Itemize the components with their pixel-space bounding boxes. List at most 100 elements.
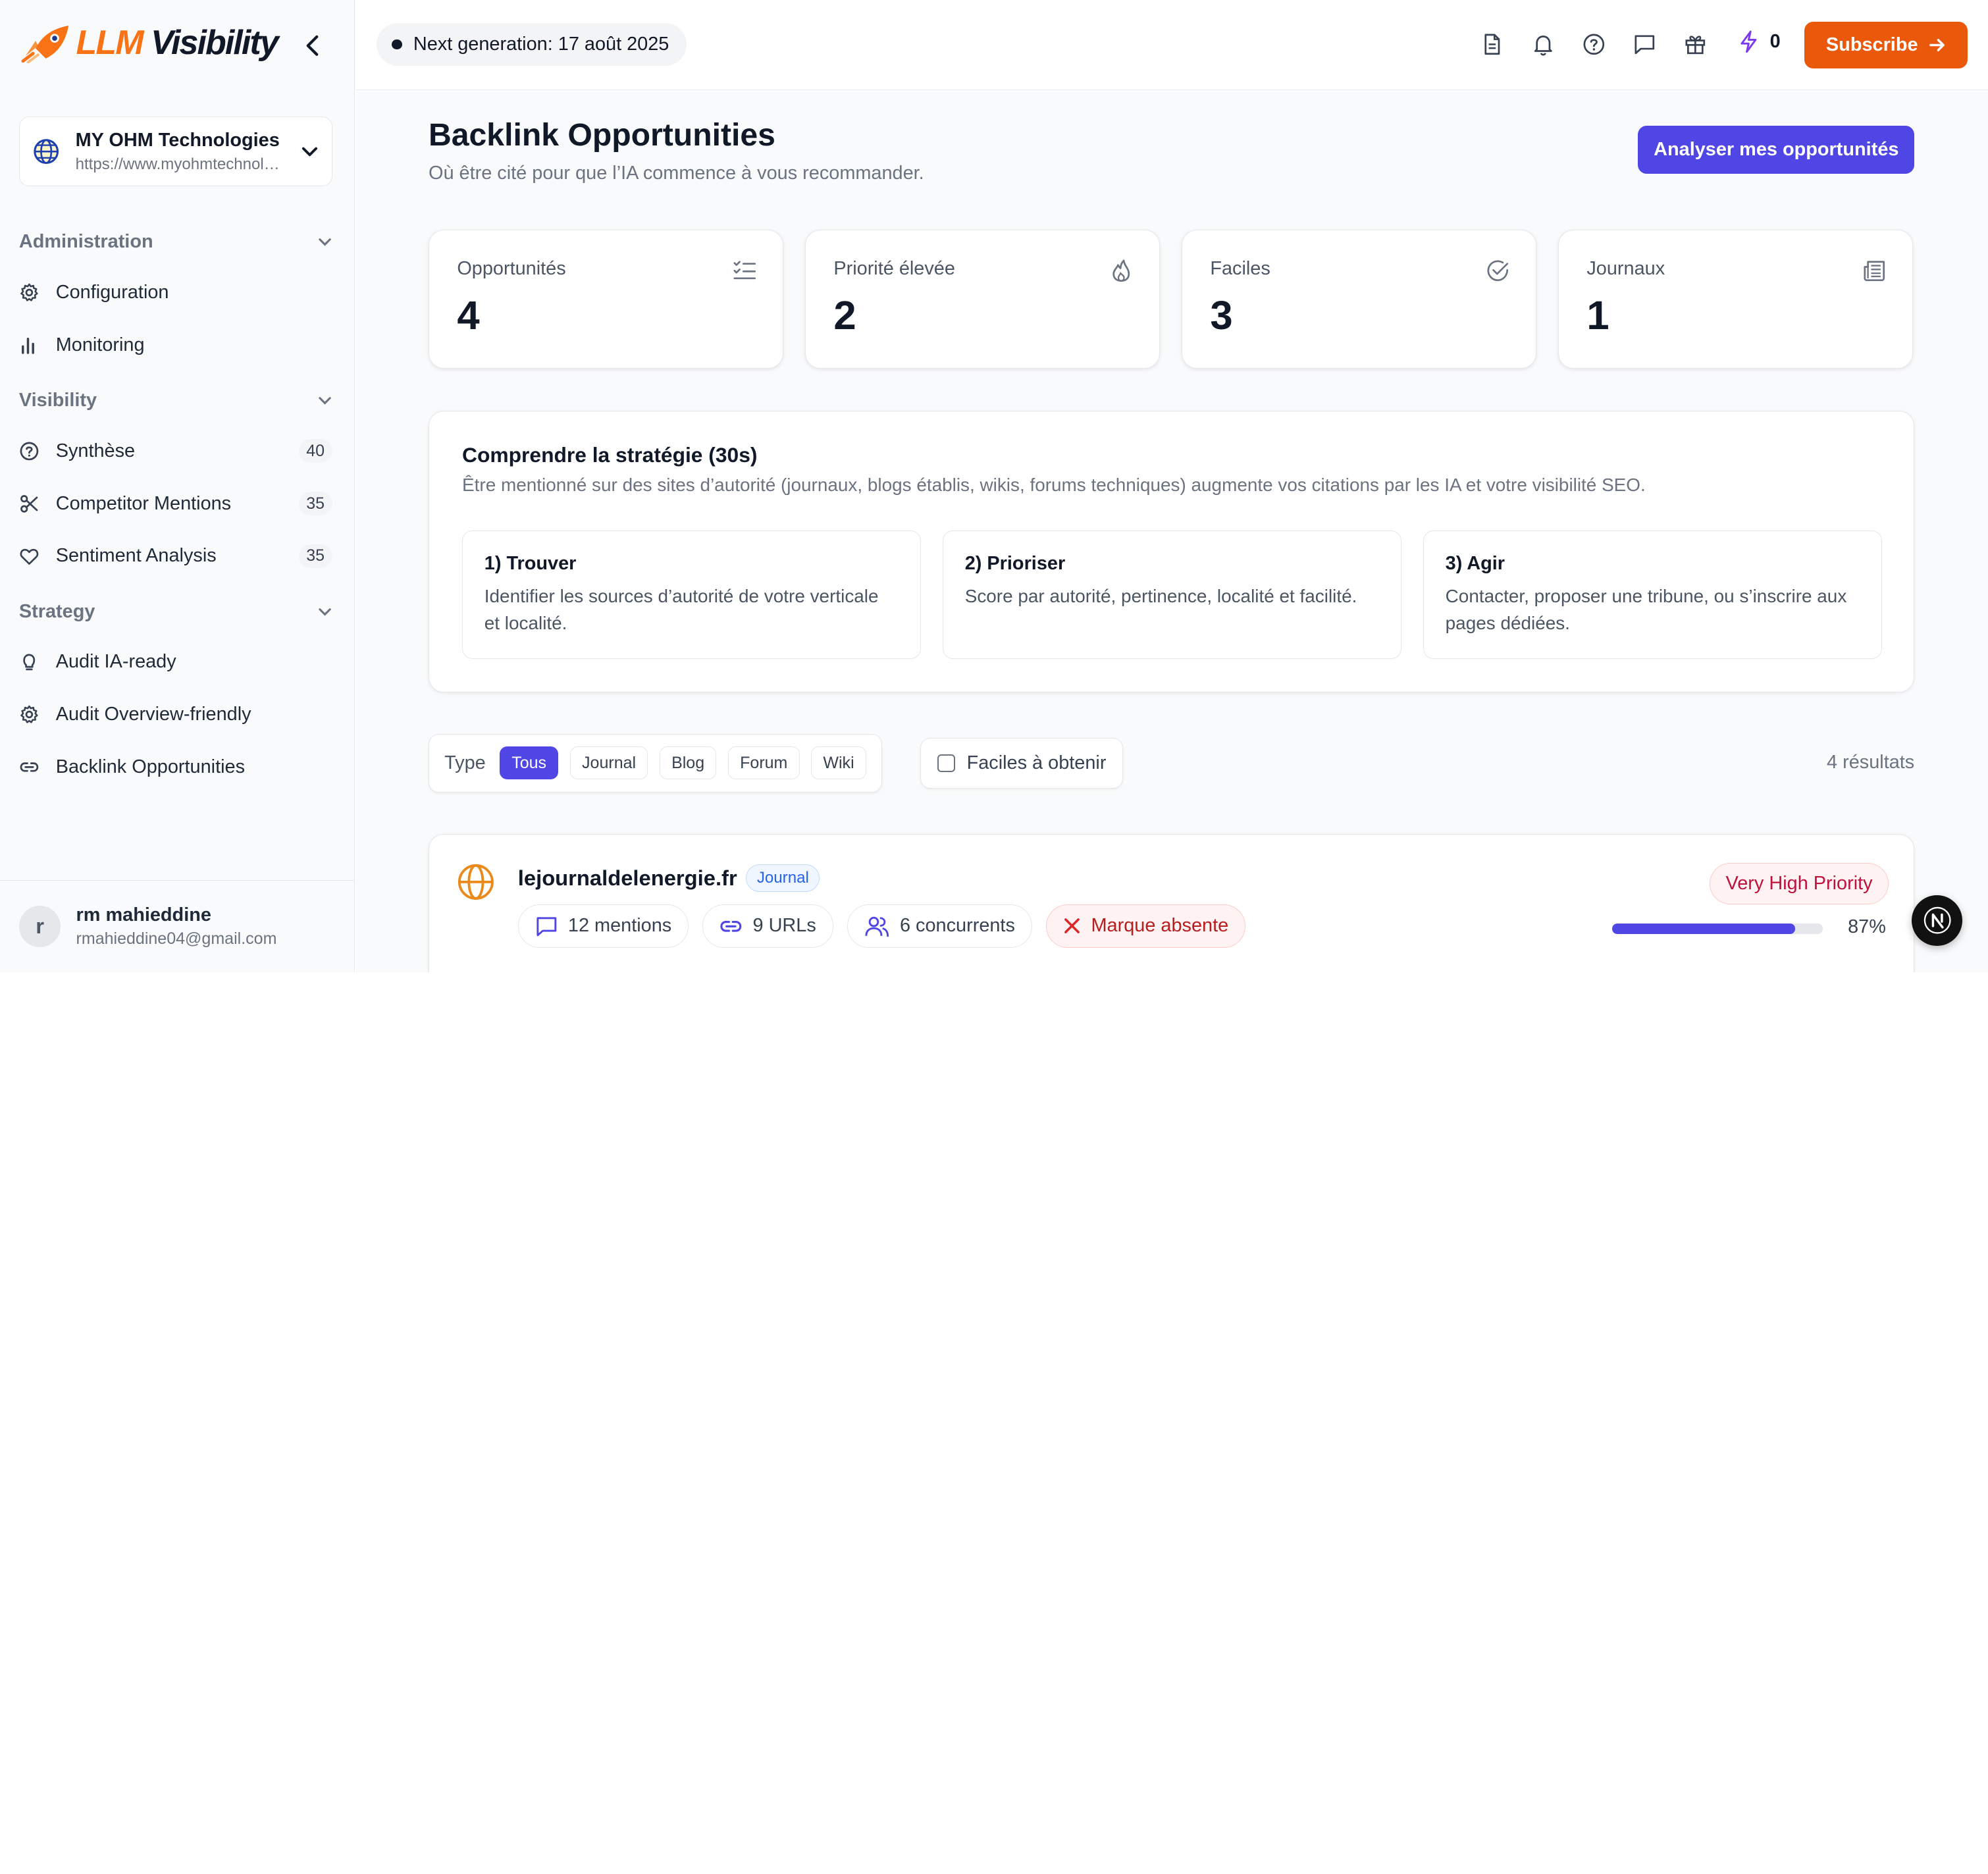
stats-row: Opportunités 4 Priorité élevée 2 Faciles… bbox=[428, 229, 1914, 369]
n-logo-icon bbox=[1923, 906, 1951, 934]
link-icon bbox=[19, 757, 39, 777]
user-profile[interactable]: r rm mahieddine rmahieddine04@gmail.com bbox=[0, 879, 355, 973]
help-circle-icon bbox=[19, 441, 39, 461]
logo[interactable]: LLM Visibility bbox=[20, 23, 279, 64]
step-title: 2) Prioriser bbox=[964, 552, 1066, 574]
chevron-down-icon bbox=[318, 397, 331, 405]
count-badge: 40 bbox=[298, 438, 332, 463]
sidebar-item-sentiment-analysis[interactable]: Sentiment Analysis 35 bbox=[0, 530, 355, 583]
step-description: Score par autorité, pertinence, localité… bbox=[964, 586, 1357, 607]
filter-chip-wiki[interactable]: Wiki bbox=[811, 746, 866, 780]
filter-chip-forum[interactable]: Forum bbox=[727, 746, 800, 780]
opportunity-domain[interactable]: lejournaldelenergie.fr bbox=[518, 866, 737, 891]
nav-section-visibility[interactable]: Visibility bbox=[0, 377, 355, 425]
sidebar-item-audit-ia-ready[interactable]: Audit IA-ready bbox=[0, 636, 355, 689]
newspaper-icon bbox=[1864, 261, 1885, 282]
sidebar-item-label: Audit Overview-friendly bbox=[55, 704, 251, 725]
strategy-title: Comprendre la stratégie (30s) bbox=[462, 443, 758, 467]
score-percentage: 87% bbox=[1848, 916, 1886, 937]
strategy-steps: 1) Trouver Identifier les sources d’auto… bbox=[462, 531, 1883, 659]
strategy-panel: Comprendre la stratégie (30s) Être menti… bbox=[428, 411, 1915, 692]
sidebar-item-label: Competitor Mentions bbox=[55, 492, 232, 514]
checklist-icon bbox=[733, 261, 756, 280]
stat-card-high-priority: Priorité élevée 2 bbox=[804, 229, 1161, 369]
header-icons bbox=[1480, 30, 1708, 58]
sidebar-item-label: Monitoring bbox=[55, 334, 145, 355]
sidebar-item-label: Sentiment Analysis bbox=[55, 545, 217, 567]
filter-chip-journal[interactable]: Journal bbox=[569, 746, 648, 780]
user-email: rmahieddine04@gmail.com bbox=[76, 929, 277, 949]
stat-label: Faciles bbox=[1210, 257, 1270, 279]
next-generation-pill: Next generation: 17 août 2025 bbox=[377, 22, 687, 66]
sidebar-item-label: Audit IA-ready bbox=[55, 651, 176, 673]
sidebar-item-configuration[interactable]: Configuration bbox=[0, 266, 355, 319]
app: LLM Visibility MY OHM Technologies https… bbox=[0, 0, 1988, 973]
strategy-step-prioritize: 2) Prioriser Score par autorité, pertine… bbox=[942, 531, 1402, 659]
project-selector[interactable]: MY OHM Technologies https://www.myohmtec… bbox=[18, 117, 332, 187]
message-icon bbox=[536, 916, 557, 936]
heart-icon bbox=[19, 546, 39, 567]
bar-chart-icon bbox=[19, 335, 39, 355]
scissors-icon bbox=[19, 494, 39, 514]
count-badge: 35 bbox=[298, 491, 332, 516]
credits-value: 0 bbox=[1769, 31, 1781, 53]
top-header: Next generation: 17 août 2025 0 Subscrib… bbox=[356, 0, 1988, 90]
competitors-chip: 6 concurrents bbox=[847, 904, 1032, 948]
stat-value: 4 bbox=[457, 293, 480, 339]
next-dev-indicator-button[interactable] bbox=[1912, 895, 1963, 946]
chevron-down-icon bbox=[318, 238, 331, 246]
status-dot bbox=[392, 39, 402, 50]
subscribe-button[interactable]: Subscribe bbox=[1804, 21, 1968, 68]
credits-counter[interactable]: 0 bbox=[1739, 30, 1781, 53]
type-filter: Type Tous Journal Blog Forum Wiki bbox=[428, 734, 883, 793]
stat-label: Journaux bbox=[1586, 257, 1665, 279]
bell-icon[interactable] bbox=[1530, 30, 1556, 58]
lightbulb-icon bbox=[19, 652, 39, 672]
logo-text: LLM Visibility bbox=[76, 24, 279, 63]
globe-icon bbox=[458, 864, 494, 900]
document-icon[interactable] bbox=[1480, 30, 1505, 58]
brand-absent-chip: Marque absente bbox=[1046, 904, 1246, 948]
strategy-step-act: 3) Agir Contacter, proposer une tribune,… bbox=[1423, 531, 1883, 659]
sidebar-item-synthese[interactable]: Synthèse 40 bbox=[0, 425, 355, 477]
easy-only-label: Faciles à obtenir bbox=[966, 752, 1107, 773]
stat-value: 3 bbox=[1210, 293, 1233, 339]
gear-icon bbox=[19, 704, 39, 725]
nav-section-strategy[interactable]: Strategy bbox=[0, 588, 355, 636]
opportunity-metrics: 12 mentions 9 URLs 6 concurrents Marque … bbox=[517, 904, 1246, 948]
sidebar-item-monitoring[interactable]: Monitoring bbox=[0, 319, 355, 371]
collapse-sidebar-button[interactable] bbox=[300, 30, 325, 61]
strategy-step-find: 1) Trouver Identifier les sources d’auto… bbox=[462, 531, 922, 659]
arrow-right-icon bbox=[1929, 38, 1945, 51]
check-circle-icon bbox=[1487, 260, 1509, 282]
stat-label: Priorité élevée bbox=[833, 257, 955, 279]
sidebar-item-competitor-mentions[interactable]: Competitor Mentions 35 bbox=[0, 477, 355, 530]
chevron-down-icon bbox=[318, 608, 331, 616]
main-content: Backlink Opportunities Où être cité pour… bbox=[356, 91, 1988, 973]
analyse-opportunities-button[interactable]: Analyser mes opportunités bbox=[1638, 125, 1915, 174]
link-icon bbox=[720, 920, 742, 932]
help-circle-icon[interactable] bbox=[1581, 30, 1607, 58]
user-name: rm mahieddine bbox=[76, 904, 211, 925]
nav-section-administration[interactable]: Administration bbox=[0, 218, 355, 266]
project-name: MY OHM Technologies bbox=[75, 129, 280, 151]
stat-value: 1 bbox=[1586, 293, 1609, 339]
message-icon[interactable] bbox=[1632, 30, 1658, 58]
stat-label: Opportunités bbox=[457, 257, 566, 279]
globe-icon bbox=[34, 139, 59, 165]
page-subtitle: Où être cité pour que l’IA commence à vo… bbox=[428, 162, 924, 184]
filter-chip-all[interactable]: Tous bbox=[499, 746, 559, 780]
sidebar-item-backlink-opportunities[interactable]: Backlink Opportunities bbox=[0, 741, 355, 794]
easy-only-checkbox[interactable] bbox=[937, 754, 956, 772]
easy-only-toggle[interactable]: Faciles à obtenir bbox=[920, 737, 1124, 789]
opportunity-card[interactable]: lejournaldelenergie.fr Journal 12 mentio… bbox=[428, 834, 1915, 973]
users-icon bbox=[865, 916, 889, 937]
chevron-left-icon bbox=[306, 35, 319, 56]
sidebar-item-label: Synthèse bbox=[55, 440, 136, 461]
avatar: r bbox=[18, 905, 61, 948]
sidebar-item-audit-overview-friendly[interactable]: Audit Overview-friendly bbox=[0, 689, 355, 741]
gear-icon bbox=[19, 282, 39, 303]
filter-chip-blog[interactable]: Blog bbox=[659, 746, 717, 780]
gift-icon[interactable] bbox=[1683, 30, 1708, 58]
opportunity-type-badge: Journal bbox=[746, 864, 820, 892]
